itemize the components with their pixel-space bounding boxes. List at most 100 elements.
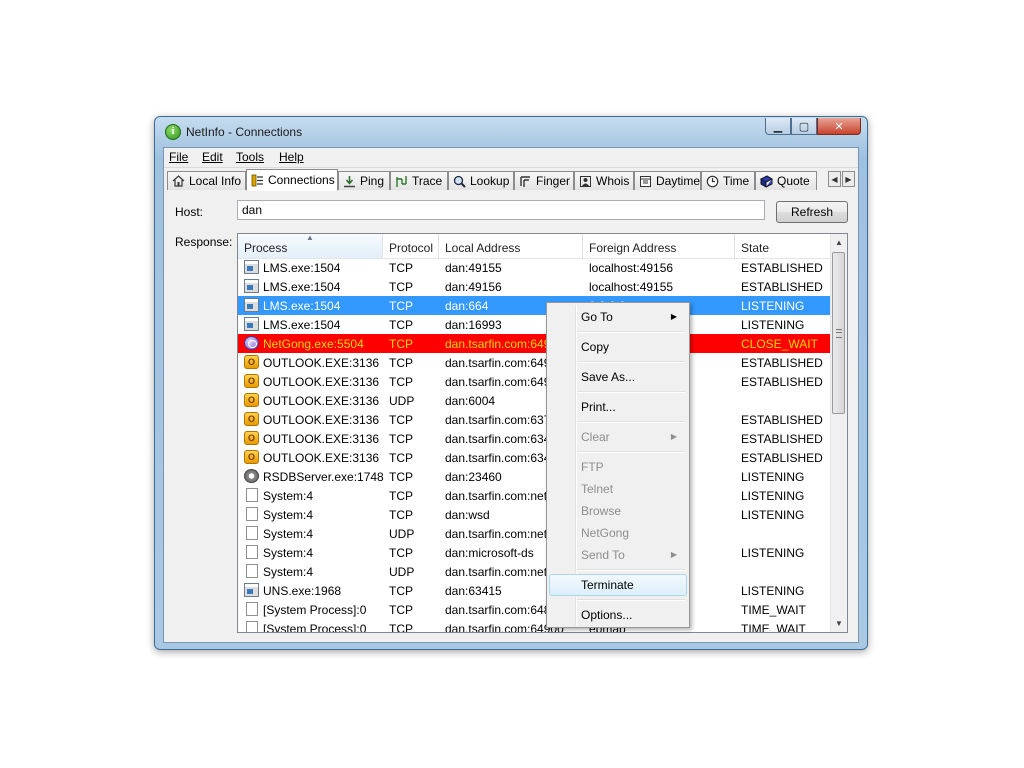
cell-local: dan:wsd [445,508,490,522]
cell-protocol: TCP [389,489,413,503]
cell-process: RSDBServer.exe:1748 [263,470,384,484]
cell-local: dan:microsoft-ds [445,546,534,560]
table-row[interactable]: O OUTLOOK.EXE:3136 UDP dan:6004 [238,391,832,410]
table-row[interactable]: System:4 TCP dan:wsd LISTENING [238,505,832,524]
vertical-scrollbar[interactable]: ▲ ▼ [830,234,847,632]
menu-edit[interactable]: Edit [202,150,223,164]
tab-scroll-right-button[interactable]: ▶ [842,171,855,187]
tab-local-info[interactable]: Local Info [167,171,246,190]
tab-connections[interactable]: Connections [246,169,338,191]
minimize-button[interactable]: ▁ [765,118,791,135]
table-row[interactable]: NetGong.exe:5504 TCP dan.tsarfin.com:64905… [238,334,832,353]
table-row[interactable]: LMS.exe:1504 TCP dan:49155 localhost:49156 E… [238,258,832,277]
cell-state: CLOSE_WAIT [741,337,818,351]
context-menu-item-label: Go To [581,310,613,324]
tab-connections-label: Connections [268,173,335,187]
table-row[interactable]: UNS.exe:1968 TCP dan:63415 LISTENING [238,581,832,600]
cell-process: System:4 [263,508,314,522]
menu-tools[interactable]: Tools [236,150,264,164]
book-icon [759,174,773,188]
cell-protocol: TCP [389,413,413,427]
tab-ping[interactable]: Ping [338,171,390,190]
blank-file-icon [246,488,258,502]
column-protocol[interactable]: Protocol [383,234,439,258]
cell-protocol: TCP [389,318,413,332]
info-icon: i [165,124,181,140]
tab-finger[interactable]: Finger [514,171,574,190]
maximize-button[interactable]: ▢ [791,118,817,135]
column-process-label: Process [244,241,288,255]
tab-quote[interactable]: Quote [755,171,817,190]
column-local-address[interactable]: Local Address [439,234,583,258]
connections-list[interactable]: ▲ Process Protocol Local Address Foreign … [237,233,848,633]
cell-local: dan:6004 [445,394,496,408]
scroll-up-button[interactable]: ▲ [831,234,847,251]
table-row[interactable]: O OUTLOOK.EXE:3136 TCP dan.tsarfin.com:6373… [238,410,832,429]
cell-foreign: localhost:49155 [589,280,674,294]
blank-file-icon [246,602,258,616]
table-row[interactable]: System:4 UDP dan.tsarfin.com:netbio [238,562,832,581]
context-menu-item[interactable]: Print... [549,396,687,418]
table-row[interactable]: O OUTLOOK.EXE:3136 TCP dan.tsarfin.com:6490… [238,372,832,391]
cell-state: LISTENING [741,470,805,484]
cell-process: [System Process]:0 [263,603,367,617]
tab-lookup[interactable]: Lookup [448,171,514,190]
column-foreign-address[interactable]: Foreign Address [583,234,735,258]
table-row[interactable]: System:4 UDP dan.tsarfin.com:netbio [238,524,832,543]
cell-protocol: TCP [389,356,413,370]
context-menu-item: Telnet [549,478,687,500]
cell-state: ESTABLISHED [741,413,823,427]
process-icon [244,298,259,312]
submenu-arrow-icon: ▶ [670,550,677,559]
table-row[interactable]: O OUTLOOK.EXE:3136 TCP dan.tsarfin.com:6342… [238,448,832,467]
table-row[interactable]: LMS.exe:1504 TCP dan:16993 LISTENING [238,315,832,334]
column-process[interactable]: ▲ Process [238,234,383,258]
tab-whois[interactable]: Whois [574,171,634,190]
cell-protocol: TCP [389,546,413,560]
context-menu-item[interactable]: Save As... [549,366,687,388]
context-menu-item-label: Copy [581,340,610,354]
table-row[interactable]: O OUTLOOK.EXE:3136 TCP dan.tsarfin.com:6490… [238,353,832,372]
refresh-button[interactable]: Refresh [776,201,848,223]
host-input[interactable] [237,200,765,220]
tab-time[interactable]: Time [701,171,755,190]
title-bar[interactable]: i NetInfo - Connections ▁ ▢ ✕ [155,117,867,147]
table-row[interactable]: [System Process]:0 TCP dan.tsarfin.com:649… [238,619,832,632]
cell-local: dan:16993 [445,318,502,332]
context-menu-item[interactable]: Terminate [549,574,687,596]
table-row[interactable]: [System Process]:0 TCP dan.tsarfin.com:648… [238,600,832,619]
context-menu-item[interactable]: Go To ▶ [549,306,687,328]
house-icon [171,174,185,188]
cell-process: OUTLOOK.EXE:3136 [263,394,380,408]
grip-icon [836,329,842,338]
cell-protocol: TCP [389,432,413,446]
scroll-thumb[interactable] [832,252,845,414]
cell-process: UNS.exe:1968 [263,584,342,598]
tab-trace[interactable]: Trace [390,171,448,190]
table-row[interactable]: RSDBServer.exe:1748 TCP dan:23460 LISTENING [238,467,832,486]
context-menu-item[interactable]: Copy [549,336,687,358]
table-row[interactable]: O OUTLOOK.EXE:3136 TCP dan.tsarfin.com:6343… [238,429,832,448]
window-title: NetInfo - Connections [186,125,303,139]
scroll-down-button[interactable]: ▼ [831,615,847,632]
cell-protocol: TCP [389,337,413,351]
context-menu-item[interactable]: Options... [549,604,687,626]
table-row[interactable]: LMS.exe:1504 TCP dan:49156 localhost:49155 E… [238,277,832,296]
cell-foreign: localhost:49156 [589,261,674,275]
menu-help[interactable]: Help [279,150,304,164]
table-row[interactable]: LMS.exe:1504TCPdan:6640.0.0.0LISTENING [238,296,832,315]
menu-separator [577,331,685,333]
context-menu-item: Browse [549,500,687,522]
column-state[interactable]: State [735,234,832,258]
table-row[interactable]: System:4 TCP dan:microsoft-ds LISTENING [238,543,832,562]
close-button[interactable]: ✕ [817,118,861,135]
cell-state: ESTABLISHED [741,261,823,275]
tab-daytime[interactable]: Daytime [634,171,701,190]
table-row[interactable]: System:4 TCP dan.tsarfin.com:netbio LISTENI… [238,486,832,505]
context-menu-item: FTP [549,456,687,478]
context-menu-item-label: Print... [581,400,616,414]
cell-process: System:4 [263,527,314,541]
clock-icon [705,174,719,188]
menu-file[interactable]: File [169,150,188,164]
tab-scroll-left-button[interactable]: ◀ [828,171,841,187]
